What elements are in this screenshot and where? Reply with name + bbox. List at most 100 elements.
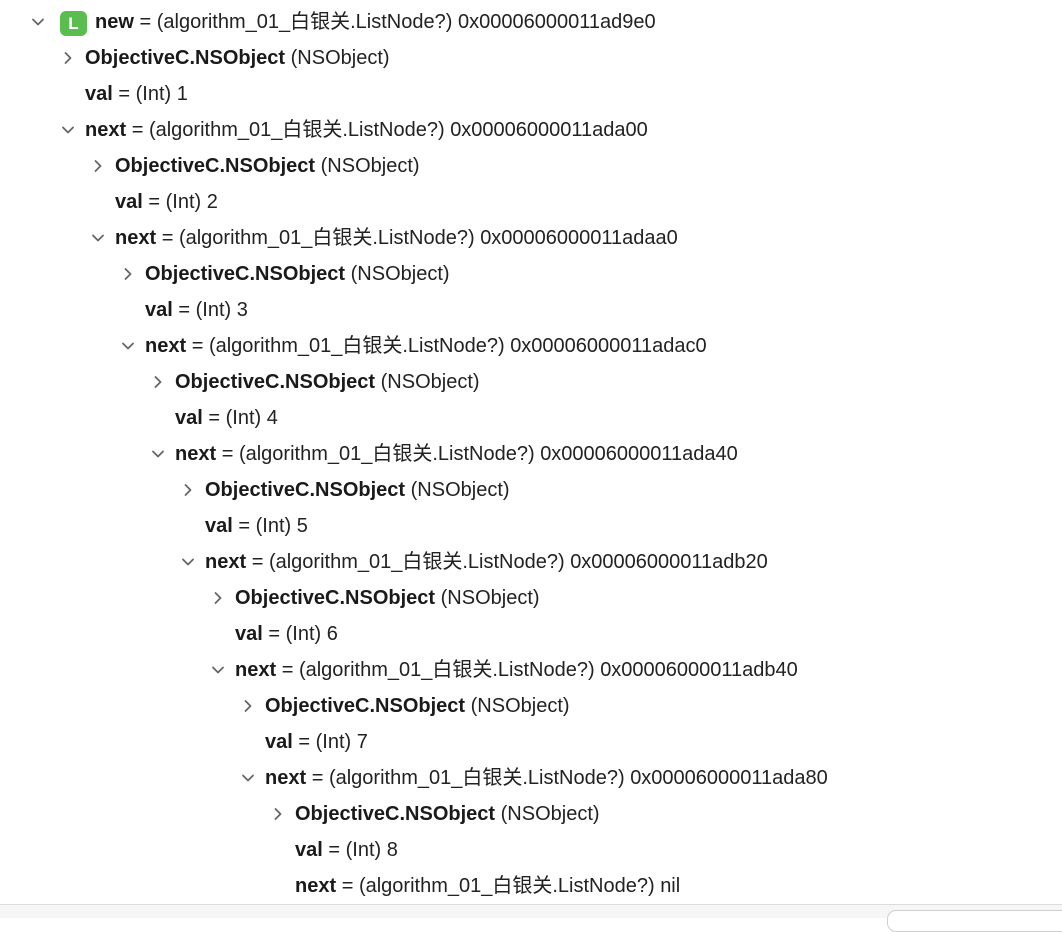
variable-type: (NSObject): [380, 371, 480, 393]
equals-sign: =: [131, 119, 144, 141]
variable-name: val: [145, 299, 173, 321]
variable-name: ObjectiveC.NSObject: [115, 155, 316, 177]
variable-type: (NSObject): [470, 695, 570, 717]
variable-name: next: [145, 335, 187, 357]
variable-value: 0x00006000011adaa0: [480, 227, 678, 249]
equals-sign: =: [328, 839, 341, 861]
variable-type: (Int): [255, 515, 292, 537]
chevron-right-icon[interactable]: [179, 472, 197, 508]
variable-value: 8: [386, 839, 398, 861]
equals-sign: =: [341, 875, 354, 897]
variable-name: next: [265, 767, 307, 789]
chevron-down-icon[interactable]: [89, 220, 107, 256]
variable-type: (algorithm_01_白银关.ListNode?): [156, 11, 453, 33]
variable-name: ObjectiveC.NSObject: [85, 47, 286, 69]
chevron-down-icon[interactable]: [179, 544, 197, 580]
equals-sign: =: [178, 299, 191, 321]
equals-sign: =: [161, 227, 174, 249]
variable-value: 0x00006000011ada80: [630, 767, 828, 789]
variable-value: 0x00006000011ada00: [450, 119, 648, 141]
variable-type: (Int): [135, 83, 172, 105]
equals-sign: =: [281, 659, 294, 681]
variable-type: (algorithm_01_白银关.ListNode?): [148, 119, 445, 141]
variable-type: (Int): [345, 839, 382, 861]
variable-name: val: [85, 83, 113, 105]
variable-type: (algorithm_01_白银关.ListNode?): [358, 875, 655, 897]
chevron-down-icon[interactable]: [29, 4, 47, 40]
variable-name: next: [175, 443, 217, 465]
divider: [0, 904, 1062, 905]
equals-sign: =: [139, 11, 152, 33]
variable-value: 0x00006000011adac0: [510, 335, 707, 357]
variable-type: (algorithm_01_白银关.ListNode?): [208, 335, 505, 357]
variable-type: (Int): [165, 191, 202, 213]
variable-type: (algorithm_01_白银关.ListNode?): [298, 659, 595, 681]
chevron-right-icon[interactable]: [59, 40, 77, 76]
variable-name: next: [205, 551, 247, 573]
chevron-right-icon[interactable]: [269, 796, 287, 832]
equals-sign: =: [118, 83, 131, 105]
chevron-right-icon[interactable]: [119, 256, 137, 292]
variable-name: next: [85, 119, 127, 141]
chevron-down-icon[interactable]: [119, 328, 137, 364]
equals-sign: =: [221, 443, 234, 465]
chevron-right-icon[interactable]: [209, 580, 227, 616]
equals-sign: =: [238, 515, 251, 537]
variable-value: 2: [206, 191, 218, 213]
variable-value: 0x00006000011adb20: [570, 551, 768, 573]
variable-value: 7: [356, 731, 368, 753]
chevron-right-icon[interactable]: [239, 688, 257, 724]
chevron-down-icon[interactable]: [209, 652, 227, 688]
variable-name: new: [95, 11, 134, 33]
chevron-right-icon[interactable]: [89, 148, 107, 184]
variable-value: 1: [176, 83, 188, 105]
variable-name: ObjectiveC.NSObject: [265, 695, 466, 717]
variable-name: val: [295, 839, 323, 861]
variable-type: (NSObject): [320, 155, 420, 177]
variable-type: (Int): [315, 731, 352, 753]
equals-sign: =: [208, 407, 221, 429]
variable-type: (algorithm_01_白银关.ListNode?): [328, 767, 625, 789]
variable-name: next: [115, 227, 157, 249]
local-variable-badge-icon: L: [60, 11, 87, 36]
variable-name: ObjectiveC.NSObject: [175, 371, 376, 393]
variable-type: (NSObject): [440, 587, 540, 609]
variable-name: val: [235, 623, 263, 645]
variable-value: 4: [266, 407, 278, 429]
variable-type: (Int): [195, 299, 232, 321]
equals-sign: =: [298, 731, 311, 753]
variable-value: 0x00006000011adb40: [600, 659, 798, 681]
variable-name: val: [115, 191, 143, 213]
equals-sign: =: [311, 767, 324, 789]
variable-type: (algorithm_01_白银关.ListNode?): [238, 443, 535, 465]
variable-value: 0x00006000011ad9e0: [457, 11, 656, 33]
chevron-right-icon[interactable]: [149, 364, 167, 400]
equals-sign: =: [251, 551, 264, 573]
chevron-down-icon[interactable]: [239, 760, 257, 796]
variable-value: nil: [660, 875, 681, 897]
variable-name: next: [295, 875, 337, 897]
chevron-down-icon[interactable]: [59, 112, 77, 148]
variable-type: (Int): [225, 407, 262, 429]
equals-sign: =: [268, 623, 281, 645]
variable-type: (algorithm_01_白银关.ListNode?): [268, 551, 565, 573]
variable-value: 6: [326, 623, 338, 645]
filter-field[interactable]: [887, 910, 1062, 932]
variable-name: ObjectiveC.NSObject: [235, 587, 436, 609]
variable-type: (Int): [285, 623, 322, 645]
variable-type: (NSObject): [410, 479, 510, 501]
variable-name: val: [265, 731, 293, 753]
variable-name: val: [205, 515, 233, 537]
variable-value: 5: [296, 515, 308, 537]
variable-name: val: [175, 407, 203, 429]
variable-value: 0x00006000011ada40: [540, 443, 738, 465]
equals-sign: =: [148, 191, 161, 213]
variable-name: ObjectiveC.NSObject: [295, 803, 496, 825]
variable-name: next: [235, 659, 277, 681]
variable-name: ObjectiveC.NSObject: [145, 263, 346, 285]
variable-value: 3: [236, 299, 248, 321]
chevron-down-icon[interactable]: [149, 436, 167, 472]
variable-type: (algorithm_01_白银关.ListNode?): [178, 227, 475, 249]
variable-type: (NSObject): [290, 47, 390, 69]
variable-type: (NSObject): [500, 803, 600, 825]
